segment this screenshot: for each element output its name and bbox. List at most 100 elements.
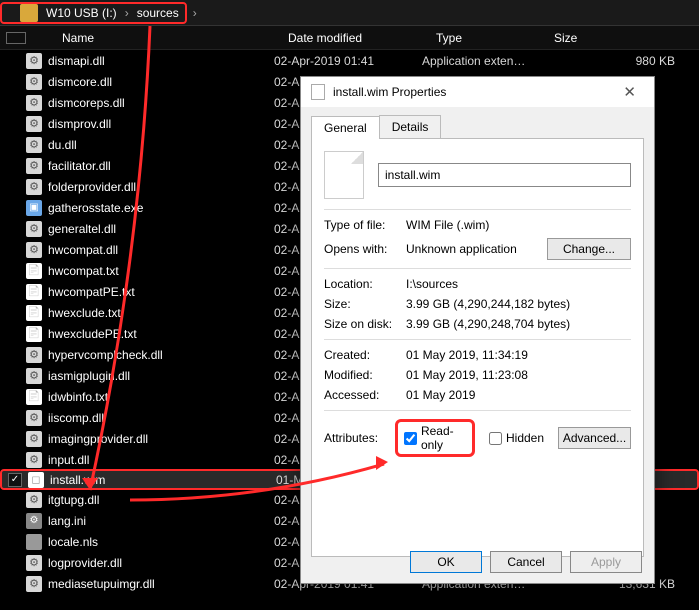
read-only-label: Read-only	[421, 424, 466, 452]
file-name: hwcompat.txt	[48, 264, 274, 278]
file-name: itgtupg.dll	[48, 493, 274, 507]
file-name: iasmigplugin.dll	[48, 369, 274, 383]
apply-button[interactable]: Apply	[570, 551, 642, 573]
file-name: lang.ini	[48, 514, 274, 528]
value-type: WIM File (.wim)	[406, 218, 631, 232]
value-size-on-disk: 3.99 GB (4,290,248,704 bytes)	[406, 317, 631, 331]
dll-icon	[26, 158, 42, 174]
file-name: folderprovider.dll	[48, 180, 274, 194]
dll-icon	[26, 368, 42, 384]
file-name: facilitator.dll	[48, 159, 274, 173]
dialog-title: install.wim Properties	[333, 85, 615, 99]
hidden-label: Hidden	[506, 431, 544, 445]
dll-icon	[26, 137, 42, 153]
dll-icon	[26, 221, 42, 237]
value-opens-with: Unknown application	[406, 242, 547, 256]
tab-details[interactable]: Details	[379, 115, 442, 138]
dll-icon	[26, 242, 42, 258]
column-size[interactable]: Size	[554, 31, 699, 45]
chevron-right-icon: ›	[187, 6, 203, 20]
tab-general[interactable]: General	[311, 116, 380, 139]
column-type[interactable]: Type	[436, 31, 554, 45]
txt-icon	[26, 263, 42, 279]
file-name: install.wim	[50, 473, 276, 487]
breadcrumb-highlight: W10 USB (I:) › sources	[0, 2, 187, 24]
dialog-titlebar[interactable]: install.wim Properties ✕	[301, 77, 654, 107]
dll-icon	[26, 95, 42, 111]
big-file-icon	[324, 151, 364, 199]
nls-icon	[26, 534, 42, 550]
value-created: 01 May 2019, 11:34:19	[406, 348, 631, 362]
hidden-checkbox[interactable]	[489, 432, 502, 445]
read-only-checkbox[interactable]	[404, 432, 417, 445]
label-created: Created:	[324, 348, 406, 362]
select-all-checkbox[interactable]	[6, 32, 26, 44]
tab-panel-general: Type of file: WIM File (.wim) Opens with…	[311, 139, 644, 557]
label-modified: Modified:	[324, 368, 406, 382]
dll-icon	[26, 431, 42, 447]
file-name: idwbinfo.txt	[48, 390, 274, 404]
txt-icon	[26, 305, 42, 321]
exe-icon	[26, 200, 42, 216]
value-accessed: 01 May 2019	[406, 388, 631, 402]
dll-icon	[26, 410, 42, 426]
dll-icon	[26, 179, 42, 195]
label-accessed: Accessed:	[324, 388, 406, 402]
dialog-tabs: General Details	[311, 115, 644, 139]
column-name[interactable]: Name	[34, 31, 288, 45]
close-icon[interactable]: ✕	[615, 83, 644, 101]
file-name: locale.nls	[48, 535, 274, 549]
file-date: 02-Apr-2019 01:41	[274, 54, 422, 68]
file-name: imagingprovider.dll	[48, 432, 274, 446]
file-type: Application exten…	[422, 54, 540, 68]
breadcrumb-bar: W10 USB (I:) › sources ›	[0, 0, 699, 26]
value-location: I:\sources	[406, 277, 631, 291]
dll-icon	[26, 452, 42, 468]
advanced-button[interactable]: Advanced...	[558, 427, 631, 449]
column-headers: Name Date modified Type Size	[0, 26, 699, 50]
txt-icon	[26, 284, 42, 300]
cancel-button[interactable]: Cancel	[490, 551, 562, 573]
value-modified: 01 May 2019, 11:23:08	[406, 368, 631, 382]
filename-input[interactable]	[378, 163, 631, 187]
file-name: dismcoreps.dll	[48, 96, 274, 110]
file-name: generaltel.dll	[48, 222, 274, 236]
file-name: hwexclude.txt	[48, 306, 274, 320]
dll-icon	[26, 74, 42, 90]
label-attributes: Attributes:	[324, 431, 395, 445]
wim-icon	[28, 472, 44, 488]
read-only-highlight: Read-only	[395, 419, 475, 457]
file-name: dismprov.dll	[48, 117, 274, 131]
breadcrumb-drive[interactable]: W10 USB (I:)	[44, 6, 119, 20]
column-date[interactable]: Date modified	[288, 31, 436, 45]
file-size: 980 KB	[540, 54, 699, 68]
chevron-right-icon: ›	[119, 6, 135, 20]
ok-button[interactable]: OK	[410, 551, 482, 573]
dll-icon	[26, 116, 42, 132]
ini-icon	[26, 513, 42, 529]
dll-icon	[26, 347, 42, 363]
label-size-on-disk: Size on disk:	[324, 317, 406, 331]
change-button[interactable]: Change...	[547, 238, 631, 260]
file-name: hwcompatPE.txt	[48, 285, 274, 299]
file-name: dismapi.dll	[48, 54, 274, 68]
dll-icon	[26, 492, 42, 508]
properties-dialog: install.wim Properties ✕ General Details…	[300, 76, 655, 584]
row-checkbox[interactable]	[8, 473, 22, 487]
label-size: Size:	[324, 297, 406, 311]
dll-icon	[26, 555, 42, 571]
label-location: Location:	[324, 277, 406, 291]
file-name: iiscomp.dll	[48, 411, 274, 425]
file-name: hypervcomplcheck.dll	[48, 348, 274, 362]
dll-icon	[26, 576, 42, 592]
label-opens-with: Opens with:	[324, 242, 406, 256]
file-name: input.dll	[48, 453, 274, 467]
breadcrumb-folder[interactable]: sources	[135, 6, 181, 20]
txt-icon	[26, 326, 42, 342]
file-row[interactable]: dismapi.dll02-Apr-2019 01:41Application …	[0, 50, 699, 71]
file-name: dismcore.dll	[48, 75, 274, 89]
file-name: mediasetupuimgr.dll	[48, 577, 274, 591]
value-size: 3.99 GB (4,290,244,182 bytes)	[406, 297, 631, 311]
file-name: hwcompat.dll	[48, 243, 274, 257]
dll-icon	[26, 53, 42, 69]
